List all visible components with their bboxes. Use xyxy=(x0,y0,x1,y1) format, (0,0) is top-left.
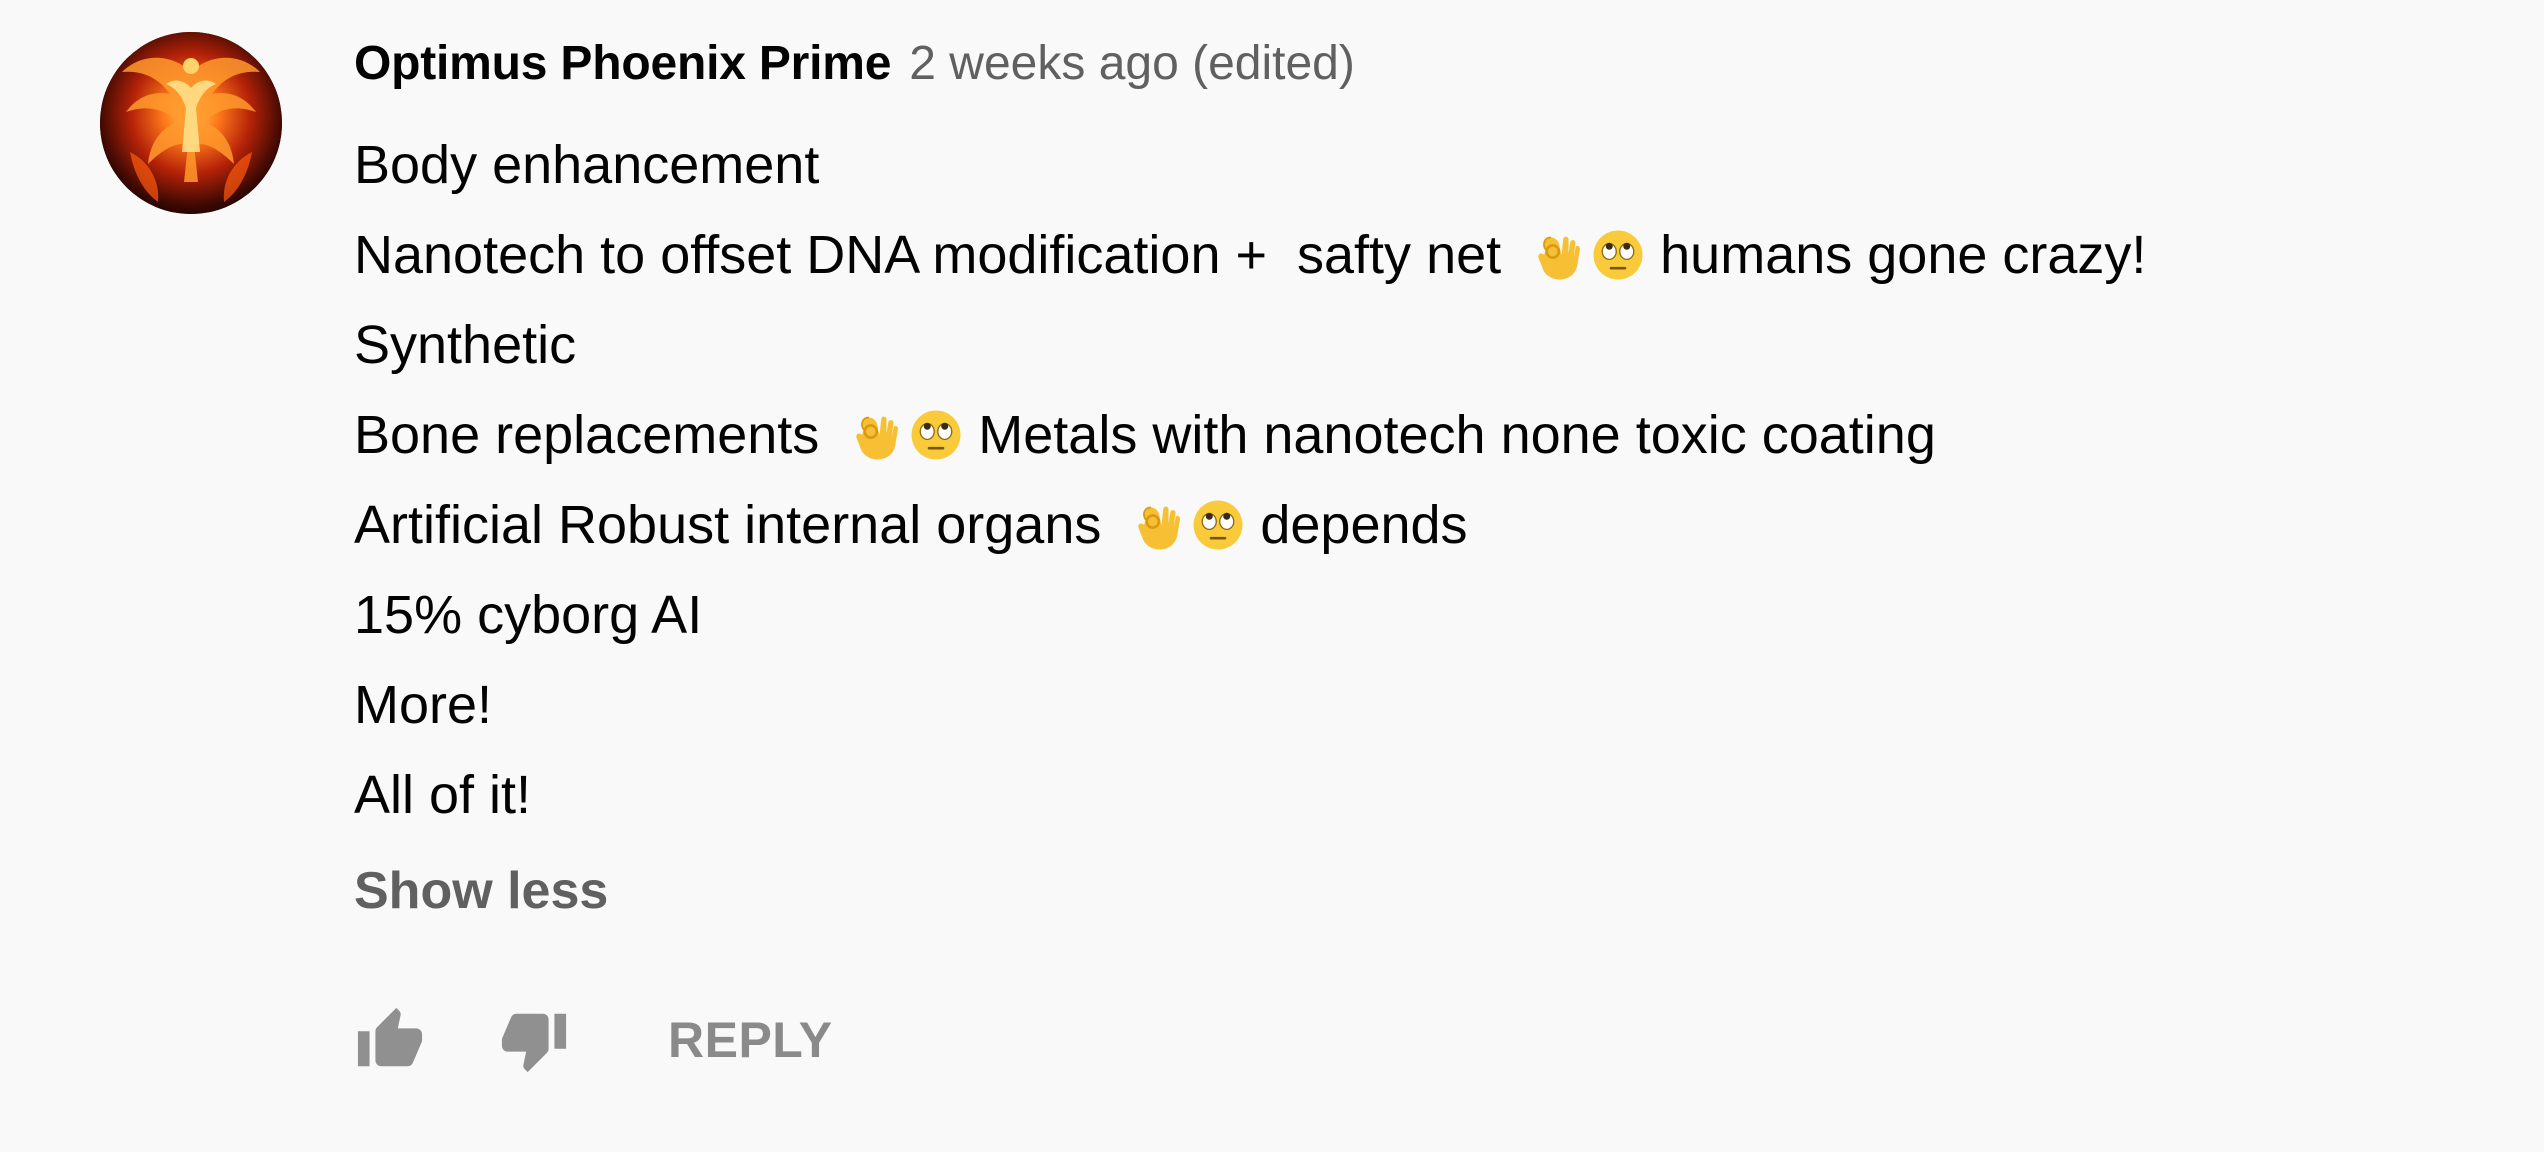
ok-hand-emoji xyxy=(1538,236,1581,280)
eye-roll-emoji xyxy=(1193,500,1243,550)
ok-hand-emoji xyxy=(1138,506,1181,550)
emoji-group xyxy=(848,407,964,463)
comment-thread: Optimus Phoenix Prime 2 weeks ago (edite… xyxy=(0,0,2544,1152)
comment-line-text: Artificial Robust internal organs xyxy=(354,495,1117,555)
comment-line: Nanotech to offset DNA modification + sa… xyxy=(354,210,2474,300)
comment-line-text: depends xyxy=(1260,495,1468,555)
comment-line: Bone replacements Metals with nanotech n… xyxy=(354,390,2474,480)
ok-hand-emoji xyxy=(856,416,899,460)
comment-line: All of it! xyxy=(354,750,2474,840)
comment-line-text: 15% cyborg AI xyxy=(354,585,703,645)
show-less-button[interactable]: Show less xyxy=(354,848,608,934)
comment-line-text: Metals with nanotech none toxic coating xyxy=(978,405,1936,465)
comment-line: 15% cyborg AI xyxy=(354,570,2474,660)
comment-line: Body enhancement xyxy=(354,120,2474,210)
comment-line: Synthetic xyxy=(354,300,2474,390)
thumbs-down-icon xyxy=(501,1013,567,1073)
comment-actions: REPLY xyxy=(354,1000,833,1080)
comment-body: Body enhancement Nanotech to offset DNA m… xyxy=(354,120,2474,840)
emoji-group xyxy=(1530,227,1646,283)
emoji-group xyxy=(1130,497,1246,553)
comment-timestamp[interactable]: 2 weeks ago (edited) xyxy=(909,36,1355,91)
comment-line-text: Bone replacements xyxy=(354,405,835,465)
dislike-button[interactable] xyxy=(498,1004,570,1076)
author-avatar[interactable] xyxy=(100,32,282,214)
comment-line-text: Nanotech to offset DNA modification + sa… xyxy=(354,225,1517,285)
comment-line-text: More! xyxy=(354,675,493,735)
thumbs-up-icon xyxy=(357,1007,423,1067)
eye-roll-emoji xyxy=(911,410,961,460)
eye-roll-emoji xyxy=(1593,230,1643,280)
comment-header: Optimus Phoenix Prime 2 weeks ago (edite… xyxy=(354,36,2474,110)
comment-line-text: All of it! xyxy=(354,765,532,825)
comment-line: Artificial Robust internal organs depend… xyxy=(354,480,2474,570)
comment-line-text: Synthetic xyxy=(354,315,577,375)
author-name[interactable]: Optimus Phoenix Prime xyxy=(354,36,891,91)
comment-line-text: humans gone crazy! xyxy=(1660,225,2147,285)
comment-line-text: Body enhancement xyxy=(354,135,820,195)
comment-content: Optimus Phoenix Prime 2 weeks ago (edite… xyxy=(354,36,2474,934)
comment-line: More! xyxy=(354,660,2474,750)
like-button[interactable] xyxy=(354,1004,426,1076)
reply-button[interactable]: REPLY xyxy=(668,1011,833,1069)
phoenix-avatar-icon xyxy=(100,32,282,214)
